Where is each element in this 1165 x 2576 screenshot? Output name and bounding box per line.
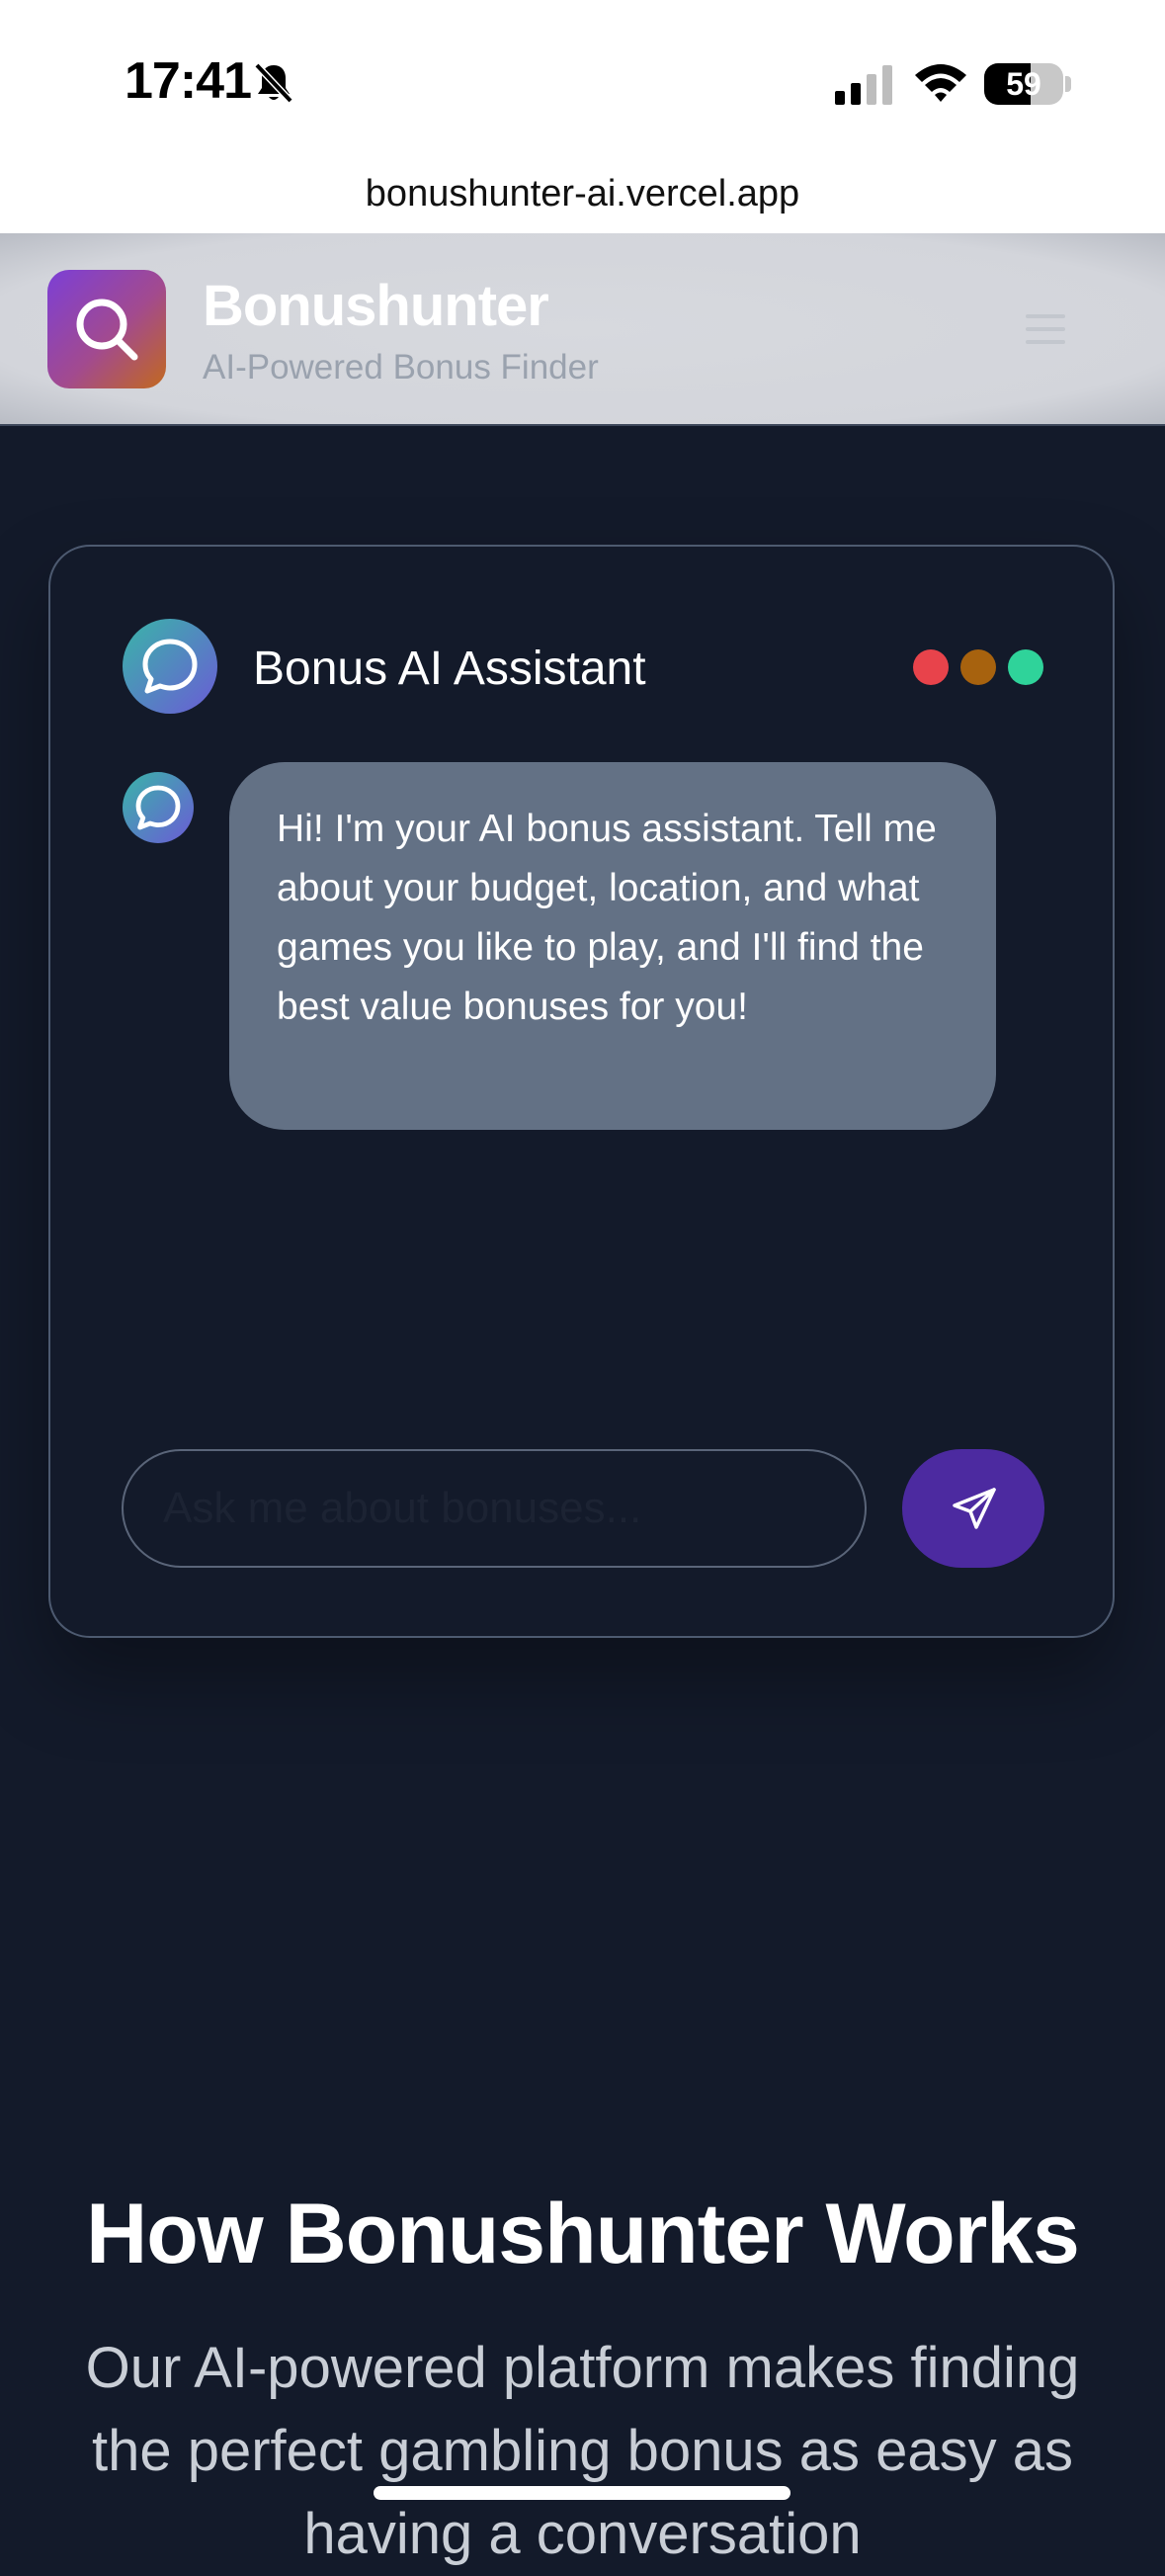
send-button[interactable]	[902, 1449, 1044, 1568]
send-icon	[953, 1488, 996, 1529]
section-title: How Bonushunter Works	[86, 2187, 1080, 2282]
assistant-avatar	[123, 619, 217, 714]
message-avatar	[123, 772, 194, 843]
app-logo[interactable]	[47, 270, 166, 388]
window-dot-green	[1008, 649, 1043, 685]
bell-slash-icon	[253, 61, 294, 110]
battery-indicator: 59	[984, 63, 1063, 105]
search-icon	[76, 299, 138, 361]
wifi-icon	[913, 61, 968, 110]
url-text: bonushunter-ai.vercel.app	[365, 173, 800, 215]
section-description: Our AI-powered platform makes finding th…	[85, 2336, 1080, 2566]
status-time: 17:41	[125, 52, 252, 110]
browser-url-bar[interactable]: bonushunter-ai.vercel.app	[0, 168, 1165, 233]
home-indicator[interactable]	[374, 2486, 791, 2500]
chat-bubble-icon	[135, 785, 181, 830]
brand-title: Bonushunter	[203, 274, 549, 338]
battery-cap	[1065, 76, 1071, 92]
hamburger-menu-icon[interactable]	[1026, 312, 1065, 351]
chat-title: Bonus AI Assistant	[253, 643, 646, 695]
assistant-message-bubble: Hi! I'm your AI bonus assistant. Tell me…	[229, 762, 996, 1130]
chat-card: Bonus AI Assistant Hi! I'm your AI bonus…	[48, 545, 1115, 1638]
status-bar: 17:41 59	[0, 0, 1165, 168]
window-dot-red	[913, 649, 949, 685]
battery-level: 59	[1006, 66, 1041, 102]
window-dot-amber	[960, 649, 996, 685]
signal-icon	[835, 65, 894, 110]
app-header: Bonushunter AI-Powered Bonus Finder	[0, 233, 1165, 426]
chat-message-input[interactable]	[122, 1449, 867, 1568]
brand-subtitle: AI-Powered Bonus Finder	[203, 348, 599, 386]
chat-bubble-icon	[142, 639, 198, 694]
